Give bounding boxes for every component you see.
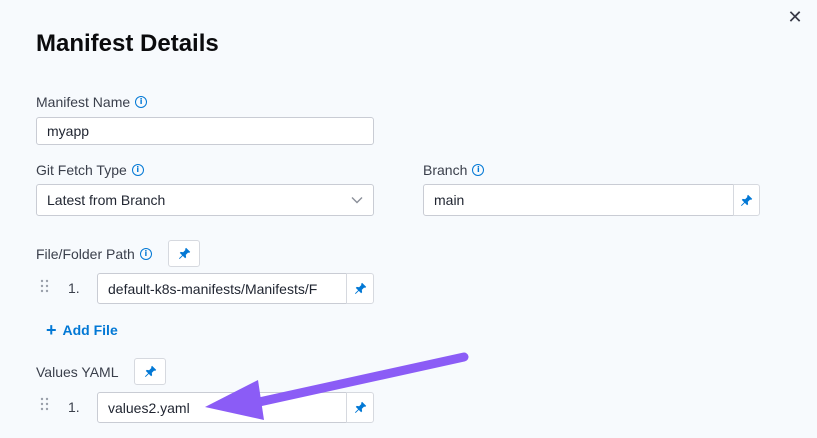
file-path-input[interactable]: default-k8s-manifests/Manifests/F: [97, 273, 347, 304]
git-fetch-type-value: Latest from Branch: [47, 192, 166, 208]
values-yaml-label: Values YAML: [36, 364, 119, 380]
branch-input[interactable]: main: [423, 184, 734, 216]
values-yaml-value: values2.yaml: [108, 399, 190, 416]
info-icon[interactable]: i: [135, 96, 148, 108]
annotation-arrow: [205, 352, 469, 420]
add-file-label: Add File: [62, 322, 118, 338]
branch-label: Branch i: [423, 162, 485, 178]
pin-icon: [354, 401, 366, 414]
git-fetch-type-label-text: Git Fetch Type: [36, 162, 127, 178]
git-fetch-type-select[interactable]: Latest from Branch: [36, 184, 374, 216]
branch-label-text: Branch: [423, 162, 468, 178]
file-folder-path-label-text: File/Folder Path: [36, 246, 135, 262]
manifest-name-input[interactable]: myapp: [36, 117, 374, 145]
branch-pin-button[interactable]: [733, 184, 760, 216]
file-path-pin-button[interactable]: [346, 273, 374, 304]
chevron-down-icon: [351, 197, 363, 204]
values-yaml-label-text: Values YAML: [36, 364, 119, 380]
manifest-name-label: Manifest Name i: [36, 94, 148, 110]
pin-icon: [178, 247, 190, 260]
page-title: Manifest Details: [36, 30, 219, 57]
drag-handle-icon[interactable]: [40, 279, 50, 293]
info-icon[interactable]: i: [131, 164, 144, 176]
file-path-value: default-k8s-manifests/Manifests/F: [108, 280, 318, 297]
values-yaml-pin-button[interactable]: [134, 358, 166, 385]
file-folder-path-pin-button[interactable]: [168, 240, 200, 267]
file-folder-path-label: File/Folder Path i: [36, 246, 152, 262]
drag-handle-icon[interactable]: [40, 397, 50, 411]
values-yaml-input[interactable]: values2.yaml: [97, 392, 347, 423]
plus-icon: +: [46, 320, 57, 340]
values-yaml-index: 1.: [68, 399, 80, 415]
manifest-name-value: myapp: [47, 123, 90, 139]
file-path-index: 1.: [68, 280, 80, 296]
add-file-button[interactable]: + Add File: [46, 320, 118, 340]
manifest-name-label-text: Manifest Name: [36, 94, 131, 110]
info-icon[interactable]: i: [472, 164, 485, 176]
close-icon[interactable]: ✕: [786, 8, 804, 26]
branch-value: main: [434, 192, 465, 208]
pin-icon: [144, 365, 156, 378]
pin-icon: [740, 194, 753, 206]
info-icon[interactable]: i: [139, 248, 152, 260]
git-fetch-type-label: Git Fetch Type i: [36, 162, 144, 178]
pin-icon: [354, 282, 366, 295]
values-yaml-pin-button[interactable]: [346, 392, 374, 423]
